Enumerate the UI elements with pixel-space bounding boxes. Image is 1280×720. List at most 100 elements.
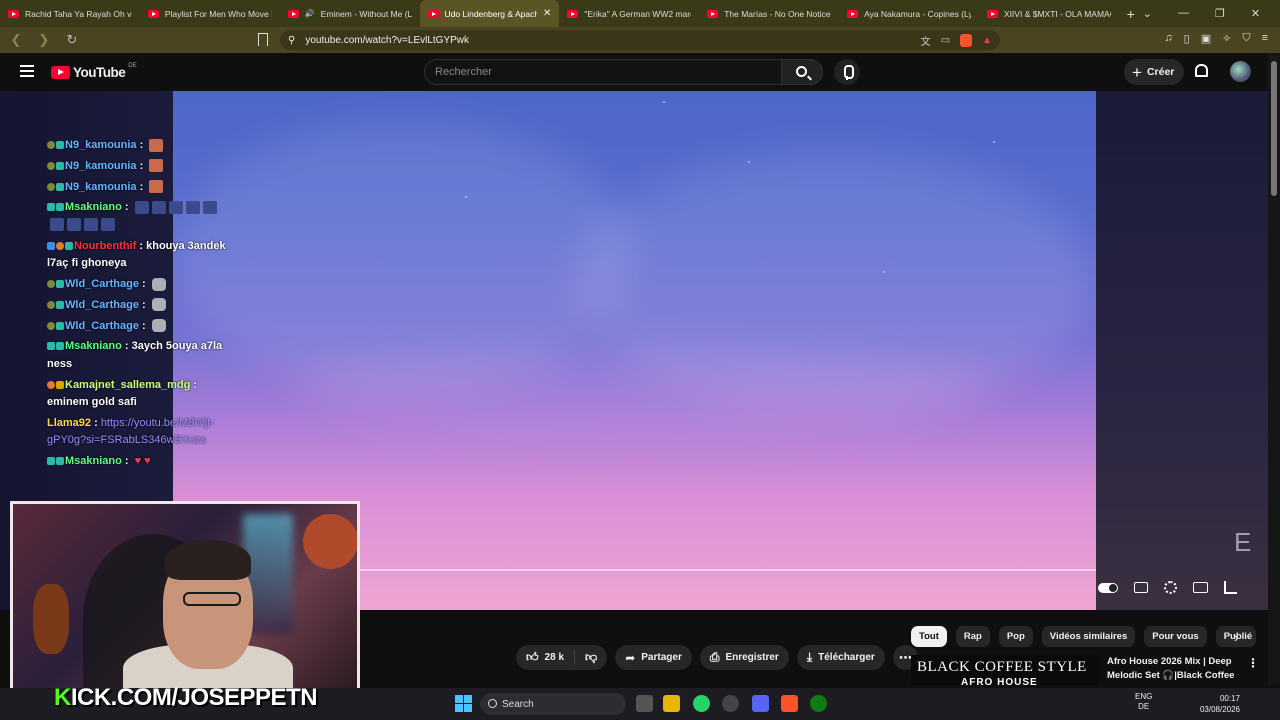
chip-pop[interactable]: Pop — [998, 626, 1033, 647]
chat-badge-icon — [56, 182, 64, 191]
youtube-favicon-icon — [427, 9, 439, 18]
download-button[interactable]: ⤓ Télécharger — [796, 645, 885, 670]
taskbar-search[interactable]: Search — [480, 693, 626, 715]
thumbs-up-icon: 👍︎ — [526, 650, 539, 664]
chip-for-you[interactable]: Pour vous — [1144, 626, 1207, 647]
close-window-icon[interactable]: ✕ — [1251, 7, 1260, 20]
media-icon[interactable]: ♫ — [1164, 32, 1172, 45]
bookmark-icon[interactable] — [258, 33, 268, 46]
youtube-favicon-icon — [986, 9, 998, 18]
cast-icon[interactable]: ▭ — [941, 35, 950, 46]
save-button[interactable]: ⎙ Enregistrer — [699, 645, 789, 670]
chat-username: Wld_Carthage — [65, 298, 139, 311]
voice-search-mic-icon[interactable] — [834, 59, 860, 85]
browser-tab[interactable]: 🔊 Eminem - Without Me (Lyr — [280, 0, 420, 27]
task-view-icon[interactable] — [636, 695, 653, 712]
browser-menu-icon[interactable]: ≡ — [1262, 32, 1268, 45]
recommendation-menu-icon[interactable]: ⋮ — [1247, 656, 1259, 670]
player-corner-letter: E — [1234, 527, 1252, 557]
search-button[interactable] — [781, 59, 823, 85]
autoplay-toggle[interactable] — [1098, 582, 1118, 593]
site-info-icon[interactable]: ⚲ — [288, 35, 295, 46]
back-arrow-icon[interactable]: ❮ — [8, 32, 24, 48]
bookmark-icon: ⎙ — [709, 650, 720, 664]
guitar — [33, 584, 69, 654]
browser-tab[interactable]: Aya Nakamura - Copines (Lyri — [839, 0, 979, 27]
fullscreen-icon[interactable] — [1224, 581, 1237, 594]
new-tab-button[interactable]: + — [1119, 6, 1143, 22]
close-tab-icon[interactable]: ✕ — [543, 8, 551, 19]
scrollbar-thumb[interactable] — [1271, 61, 1277, 196]
menu-hamburger-icon[interactable] — [20, 65, 34, 77]
recommendation-thumbnail[interactable]: BLACK COFFEE STYLE AFRO HOUSE — [911, 655, 1099, 685]
browser-tab[interactable]: The Marías - No One Noticed — [699, 0, 839, 27]
emote-redface-icon — [149, 138, 164, 152]
chat-message: Msakniano : ♥ ♥ — [47, 453, 233, 471]
url-text: youtube.com/watch?v=LEvlLtGYPwk — [305, 34, 470, 46]
browser-tab[interactable]: Rachid Taha Ya Rayah Oh viaje — [0, 0, 140, 27]
emote-goat-icon — [151, 319, 166, 333]
chat-badge-icon — [47, 241, 55, 250]
chat-badge-icon — [56, 300, 64, 309]
xbox-icon[interactable] — [810, 695, 827, 712]
taskbar-clock[interactable]: 00:17 03/08/2026 — [1198, 693, 1240, 715]
chips-next-chevron-icon[interactable]: › — [1234, 629, 1239, 645]
stream-chat-overlay: N9_kamounia : N9_kamounia : N9_kamounia … — [47, 137, 233, 474]
browser-tab[interactable]: XIIVI & $MXTI - OLA MAMACI — [979, 0, 1119, 27]
sidebar-icon[interactable]: ▯ — [1184, 32, 1190, 45]
browser-tab[interactable]: Playlist For Men Who Move In — [140, 0, 280, 27]
forward-arrow-icon[interactable]: ❯ — [36, 32, 52, 48]
language-indicator[interactable]: ENG DE — [1135, 692, 1152, 712]
chip-all[interactable]: Tout — [911, 626, 947, 647]
whatsapp-icon[interactable] — [693, 695, 710, 712]
like-button[interactable]: 👍︎ 28 k — [516, 645, 574, 670]
chip-related[interactable]: Vidéos similaires — [1041, 626, 1136, 647]
chat-username: Msakniano — [65, 340, 122, 353]
vpn-icon[interactable]: ⛉ — [1242, 32, 1250, 45]
subtitles-icon[interactable] — [1134, 582, 1148, 593]
wallet-icon[interactable]: ▣ — [1201, 32, 1211, 45]
chat-message: N9_kamounia : — [47, 158, 233, 176]
chat-badge-icon — [47, 300, 55, 309]
settings-gear-icon[interactable] — [1164, 581, 1177, 594]
youtube-logo[interactable]: YouTube DE — [51, 63, 137, 80]
chat-badge-icon — [56, 161, 64, 170]
translate-icon[interactable]: 文 — [921, 33, 931, 48]
app-icon[interactable] — [722, 695, 739, 712]
tab-search-chevron-icon[interactable]: ⌄ — [1143, 7, 1152, 20]
chat-message: Llama92 : https://youtu.be/M8Wjt-gPY0g?s… — [47, 416, 214, 447]
search-input[interactable]: Rechercher — [424, 59, 782, 85]
miniplayer-icon[interactable] — [1193, 582, 1208, 593]
avatar[interactable] — [1230, 61, 1251, 82]
chip-rap[interactable]: Rap — [955, 626, 990, 647]
youtube-play-logo-icon — [51, 66, 70, 79]
system-tray: ENG DE — [1135, 692, 1152, 712]
dislike-button[interactable]: 👎︎ — [575, 645, 607, 670]
chat-badge-icon — [47, 141, 55, 150]
progress-bar[interactable] — [360, 569, 1096, 571]
file-explorer-icon[interactable] — [663, 695, 680, 712]
chat-username: Msakniano — [65, 455, 122, 468]
discord-icon[interactable] — [752, 695, 769, 712]
youtube-favicon-icon — [567, 9, 579, 18]
windows-start-icon[interactable] — [455, 695, 472, 712]
share-button[interactable]: ➦ Partager — [615, 645, 692, 670]
share-arrow-icon: ➦ — [625, 650, 636, 665]
chat-badge-icon — [56, 141, 64, 150]
emote-redface-icon — [149, 159, 164, 173]
brave-rewards-icon[interactable]: ▲ — [982, 35, 992, 46]
brave-shields-icon[interactable] — [960, 33, 973, 47]
maximize-icon[interactable]: ❐ — [1215, 7, 1225, 20]
address-bar[interactable]: ⚲ youtube.com/watch?v=LEvlLtGYPwk 文 ▭ ▲ — [280, 30, 1000, 50]
leo-ai-icon[interactable]: ✧ — [1222, 32, 1231, 45]
speaker-icon[interactable]: 🔊 — [305, 9, 315, 18]
browser-tab-active[interactable]: Udo Lindenberg & Apach ✕ — [419, 0, 560, 27]
notifications-bell-icon[interactable] — [1195, 64, 1208, 77]
browser-tab[interactable]: "Erika" A German WW2 march — [559, 0, 699, 27]
page-scrollbar[interactable] — [1268, 53, 1280, 685]
reload-icon[interactable]: ↻ — [64, 32, 80, 48]
minimize-icon[interactable]: — — [1178, 7, 1189, 20]
youtube-favicon-icon — [707, 9, 719, 18]
brave-taskbar-icon[interactable] — [781, 695, 798, 712]
create-button[interactable]: + Créer — [1124, 59, 1184, 85]
